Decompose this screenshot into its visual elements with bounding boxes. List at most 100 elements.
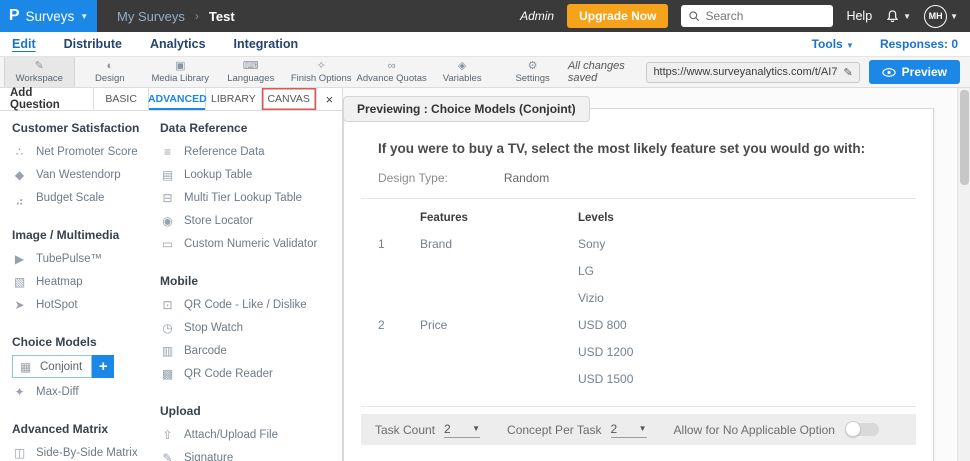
level-value: Sony (578, 237, 606, 251)
survey-url-box[interactable]: ✎ (646, 61, 860, 83)
no-applicable-toggle[interactable] (844, 421, 879, 437)
notifications-menu[interactable]: ▼ (885, 9, 911, 24)
toolbar-languages[interactable]: ⌨ Languages (216, 57, 286, 87)
concept-per-task-dropdown[interactable]: 2 ▼ (610, 422, 647, 438)
scrollbar-thumb[interactable] (960, 90, 969, 185)
preview-area: Previewing : Choice Models (Conjoint) If… (343, 88, 970, 461)
chevron-down-icon: ▼ (80, 11, 89, 21)
group-title: Customer Satisfaction (12, 121, 140, 135)
breadcrumb: My Surveys › Test (117, 9, 235, 24)
toolbar-variables[interactable]: ◈ Variables (427, 57, 497, 87)
question-type-custom-numeric-validator[interactable]: ▭ Custom Numeric Validator (160, 232, 340, 255)
breadcrumb-my-surveys[interactable]: My Surveys (117, 9, 185, 24)
admin-label[interactable]: Admin (520, 9, 554, 23)
question-type-stop-watch[interactable]: ◷ Stop Watch (160, 316, 340, 339)
group-data-reference: Data Reference ≡ Reference Data ▤ Lookup T… (160, 121, 340, 255)
level-value: USD 1500 (578, 372, 634, 386)
question-type-signature[interactable]: ✎ Signature (160, 446, 340, 461)
features-header: Features (420, 212, 468, 224)
search-input[interactable] (705, 9, 816, 23)
toolbar-design[interactable]: ◐ Design (75, 57, 145, 87)
bell-icon (887, 9, 899, 22)
workspace-icon: ✎ (34, 59, 44, 72)
avatar: MH (924, 4, 948, 28)
media-library-icon: ▣ (175, 59, 186, 72)
hotspot-cursor-icon: ➤ (14, 297, 25, 312)
help-link[interactable]: Help (846, 9, 872, 23)
chevron-down-icon: ▼ (638, 424, 647, 433)
toolbar-advance-quotas[interactable]: ∞ Advance Quotas (356, 57, 427, 87)
toolbar-media-library[interactable]: ▣ Media Library (145, 57, 215, 87)
group-title: Advanced Matrix (12, 422, 109, 436)
design-type-value: Random (503, 171, 550, 185)
nav-tab-edit[interactable]: Edit (12, 37, 36, 51)
question-type-qr-code-like-dislike[interactable]: ⊡ QR Code - Like / Dislike (160, 293, 340, 316)
chevron-down-icon: ▼ (950, 11, 958, 21)
topbar: P Surveys ▼ My Surveys › Test Admin Upgr… (0, 0, 970, 32)
question-type-heatmap[interactable]: ▧ Heatmap (12, 270, 160, 293)
question-type-barcode[interactable]: ▥ Barcode (160, 339, 340, 362)
conjoint-settings-bar: Task Count 2 ▼ Concept Per Task 2 ▼ Allow … (361, 414, 916, 445)
product-switcher[interactable]: P Surveys ▼ (0, 0, 97, 32)
question-type-qr-code-reader[interactable]: ▩ QR Code Reader (160, 362, 340, 385)
design-type-label: Design Type: (378, 171, 448, 185)
question-type-budget-scale[interactable]: ⣠ Budget Scale (12, 186, 160, 209)
global-search[interactable] (681, 5, 834, 27)
feature-number: 1 (378, 237, 385, 251)
product-name: Surveys (25, 8, 75, 24)
question-type-max-diff[interactable]: ✦ Max-Diff (12, 380, 160, 403)
close-icon[interactable]: × (317, 88, 342, 110)
tab-basic[interactable]: BASIC (94, 88, 150, 110)
question-type-attach-upload-file[interactable]: ⇧ Attach/Upload File (160, 423, 340, 446)
add-question-label[interactable]: Add Question (0, 87, 95, 111)
edit-url-pencil-icon[interactable]: ✎ (843, 66, 852, 79)
question-type-conjoint[interactable]: ▦ Conjoint (12, 355, 93, 378)
task-count-dropdown[interactable]: 2 ▼ (444, 422, 481, 438)
conjoint-grid-icon: ▦ (19, 359, 32, 374)
upload-icon: ⇧ (162, 427, 173, 442)
toolbar-workspace[interactable]: ✎ Workspace (4, 57, 75, 87)
divider (361, 198, 916, 199)
question-type-net-promoter-score[interactable]: ∴ Net Promoter Score (12, 140, 160, 163)
group-title: Image / Multimedia (12, 228, 120, 242)
question-type-hotspot[interactable]: ➤ HotSpot (12, 293, 160, 316)
toolbar-settings[interactable]: ⚙ Settings (497, 57, 567, 87)
qr-code-like-dislike-icon: ⊡ (162, 297, 173, 312)
variables-tag-icon: ◈ (457, 59, 467, 72)
question-type-lookup-table[interactable]: ▤ Lookup Table (160, 163, 340, 186)
topbar-right: Admin Upgrade Now Help ▼ MH ▼ (520, 4, 970, 28)
question-type-van-westendorp[interactable]: ◆ Van Westendorp (12, 163, 160, 186)
question-type-store-locator[interactable]: ◉ Store Locator (160, 209, 340, 232)
main-content: Add Question BASIC ADVANCED LIBRARY CANV… (0, 87, 970, 461)
add-conjoint-button[interactable]: + (92, 355, 115, 378)
question-type-side-by-side-matrix[interactable]: ◫ Side-By-Side Matrix (12, 441, 160, 461)
question-type-multi-tier-lookup-table[interactable]: ⊟ Multi Tier Lookup Table (160, 186, 340, 209)
qr-code-reader-icon: ▩ (161, 366, 174, 381)
preview-button[interactable]: Preview (868, 60, 961, 84)
nav-tab-analytics[interactable]: Analytics (150, 37, 206, 51)
group-customer-satisfaction: Customer Satisfaction ∴ Net Promoter Scor… (12, 121, 160, 209)
chevron-down-icon: ▼ (903, 11, 912, 21)
question-type-tubepulse[interactable]: ▶ TubePulse™ (12, 247, 160, 270)
nav-tab-integration[interactable]: Integration (234, 37, 299, 51)
responses-count[interactable]: Responses: 0 (880, 37, 958, 51)
tools-menu[interactable]: Tools ▼ (812, 37, 854, 51)
survey-url-input[interactable] (653, 66, 839, 78)
design-palette-icon: ◐ (106, 59, 114, 72)
reference-data-icon: ≡ (163, 144, 171, 159)
vertical-scrollbar[interactable] (957, 88, 970, 461)
plus-icon: + (98, 358, 108, 375)
languages-keyboard-icon: ⌨ (242, 59, 259, 72)
stop-watch-icon: ◷ (162, 320, 173, 335)
tab-advanced[interactable]: ADVANCED (148, 88, 207, 110)
account-menu[interactable]: MH ▼ (924, 4, 958, 28)
toolbar-finish-options[interactable]: ✧ Finish Options (286, 57, 356, 87)
level-value: USD 800 (578, 318, 627, 332)
tab-library[interactable]: LIBRARY (206, 88, 262, 110)
no-applicable-option-label: Allow for No Applicable Option (673, 422, 835, 437)
question-type-reference-data[interactable]: ≡ Reference Data (160, 140, 340, 163)
signature-pen-icon: ✎ (162, 450, 173, 461)
upgrade-now-button[interactable]: Upgrade Now (567, 4, 669, 28)
tab-canvas[interactable]: CANVAS (262, 88, 317, 110)
nav-tab-distribute[interactable]: Distribute (64, 37, 122, 51)
